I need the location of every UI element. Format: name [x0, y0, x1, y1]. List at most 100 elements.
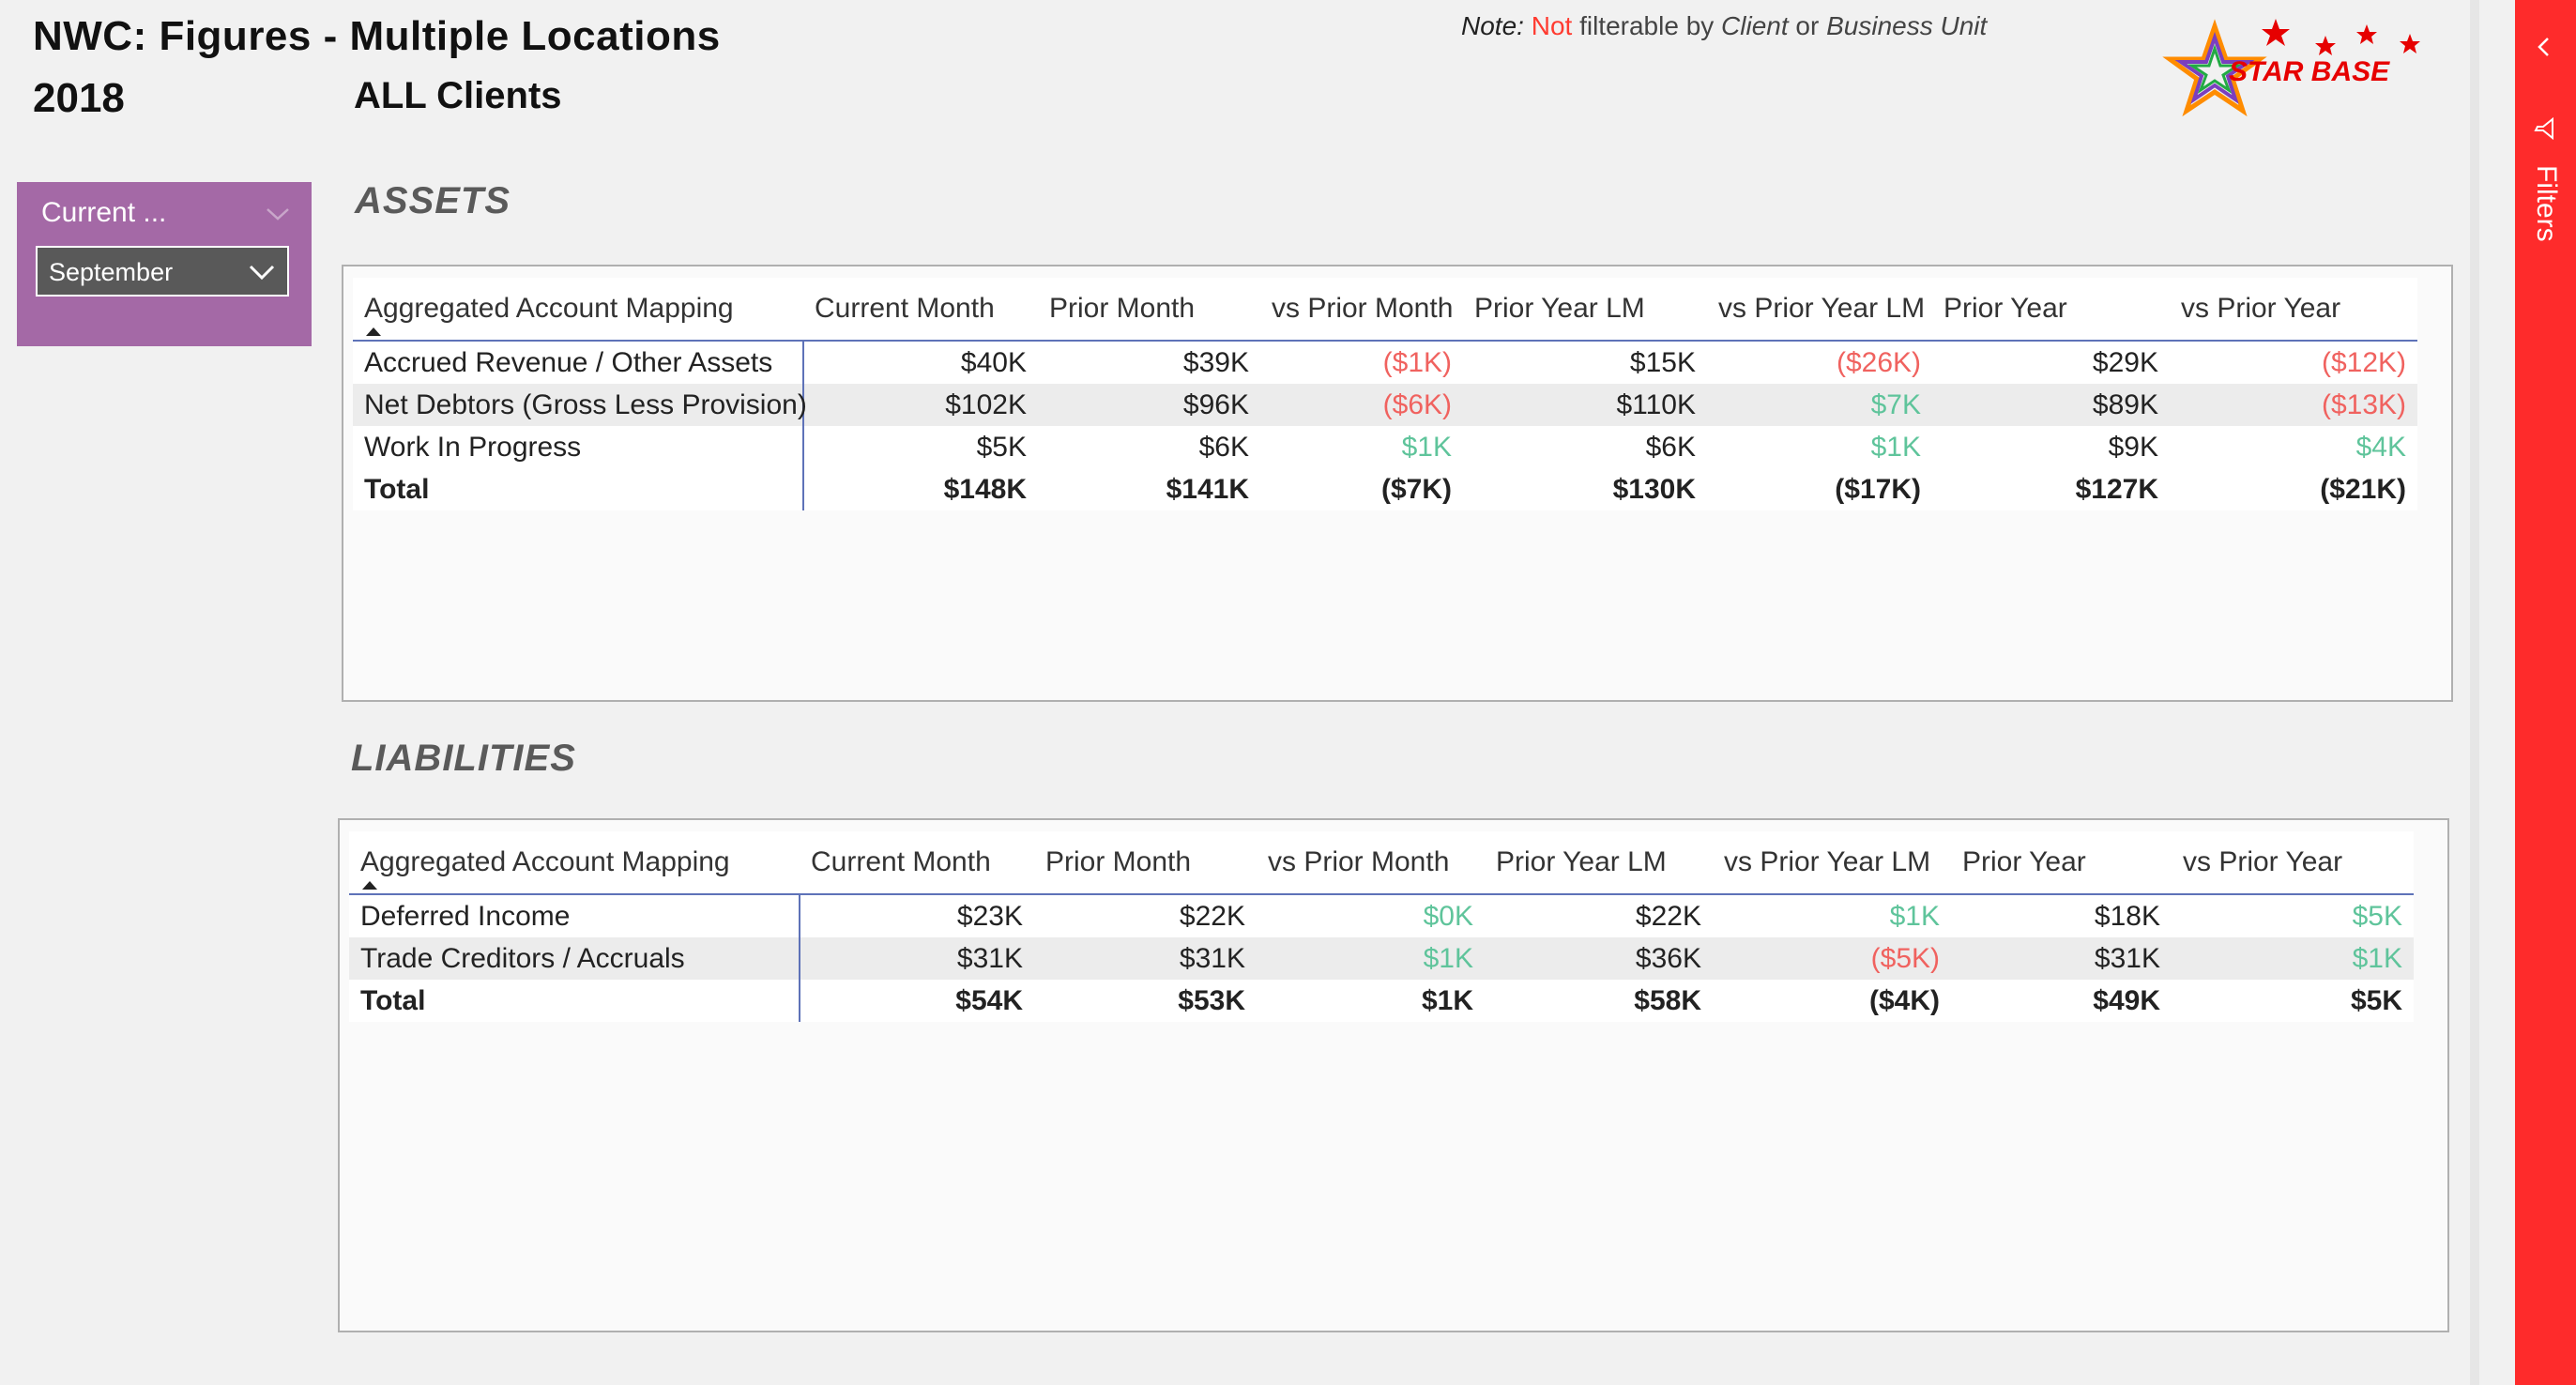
table-row: Trade Creditors / Accruals $31K $31K $1K…: [349, 937, 2414, 980]
chevron-down-icon[interactable]: [265, 205, 291, 223]
table-cell: ($26K): [1707, 341, 1932, 384]
filters-pane[interactable]: Filters: [2515, 0, 2576, 1385]
month-slicer[interactable]: Current ... September: [17, 182, 312, 346]
column-header-account[interactable]: Aggregated Account Mapping: [349, 831, 800, 894]
filter-icon: [2534, 116, 2553, 141]
note-not: Not: [1531, 11, 1573, 40]
table-row: Net Debtors (Gross Less Provision) $102K…: [353, 384, 2417, 426]
sort-ascending-icon[interactable]: [362, 881, 377, 890]
table-cell: $22K: [1034, 894, 1257, 937]
column-header[interactable]: vs Prior Month: [1257, 831, 1485, 894]
table-cell: $9K: [1932, 426, 2170, 468]
table-cell: $5K: [803, 426, 1038, 468]
assets-heading: ASSETS: [355, 180, 511, 221]
table-cell: $5K: [2172, 980, 2414, 1022]
table-cell: ($7K): [1260, 468, 1463, 510]
column-header-account[interactable]: Aggregated Account Mapping: [353, 278, 803, 341]
table-cell: $89K: [1932, 384, 2170, 426]
table-cell: $40K: [803, 341, 1038, 384]
filter-note: Note: Not filterable by Client or Busine…: [1461, 11, 1987, 41]
table-cell: $6K: [1463, 426, 1707, 468]
note-business-unit: Business Unit: [1826, 11, 1988, 40]
table-cell: $4K: [2170, 426, 2417, 468]
table-cell: ($21K): [2170, 468, 2417, 510]
table-cell: $1K: [1257, 937, 1485, 980]
row-label: Trade Creditors / Accruals: [349, 937, 800, 980]
note-or: or: [1788, 11, 1827, 40]
table-cell: ($13K): [2170, 384, 2417, 426]
clients-label: ALL Clients: [354, 75, 562, 116]
sort-ascending-icon[interactable]: [366, 327, 381, 336]
table-cell: ($12K): [2170, 341, 2417, 384]
column-header[interactable]: vs Prior Year: [2170, 278, 2417, 341]
row-label: Net Debtors (Gross Less Provision): [353, 384, 807, 426]
table-cell: $29K: [1932, 341, 2170, 384]
liabilities-heading: LIABILITIES: [351, 738, 576, 779]
table-cell: $130K: [1463, 468, 1707, 510]
year-label: 2018: [33, 75, 125, 121]
filters-label[interactable]: Filters: [2530, 165, 2562, 242]
table-header-row: Aggregated Account Mapping Current Month…: [353, 278, 2417, 341]
table-cell: $102K: [803, 384, 1038, 426]
chevron-left-icon[interactable]: [2534, 36, 2554, 58]
table-cell: $15K: [1463, 341, 1707, 384]
slicer-header: Current ...: [41, 197, 167, 228]
total-row: Total $148K $141K ($7K) $130K ($17K) $12…: [353, 468, 2417, 510]
column-header[interactable]: vs Prior Year LM: [1713, 831, 1951, 894]
column-header[interactable]: Current Month: [800, 831, 1034, 894]
table-cell: $110K: [1463, 384, 1707, 426]
column-header[interactable]: Prior Year: [1932, 278, 2170, 341]
table-cell: $0K: [1257, 894, 1485, 937]
table-cell: $36K: [1485, 937, 1713, 980]
slicer-value: September: [49, 258, 174, 286]
table-cell: ($6K): [1260, 384, 1463, 426]
column-header[interactable]: Prior Month: [1038, 278, 1260, 341]
table-cell: ($17K): [1707, 468, 1932, 510]
table-row: Deferred Income $23K $22K $0K $22K $1K $…: [349, 894, 2414, 937]
row-label: Total: [349, 980, 800, 1022]
note-client: Client: [1721, 11, 1789, 40]
table-cell: $141K: [1038, 468, 1260, 510]
table-cell: $127K: [1932, 468, 2170, 510]
table-cell: $148K: [803, 468, 1038, 510]
column-header[interactable]: Prior Year: [1951, 831, 2172, 894]
column-header[interactable]: vs Prior Month: [1260, 278, 1463, 341]
row-label: Deferred Income: [349, 894, 800, 937]
table-cell: $96K: [1038, 384, 1260, 426]
table-header-row: Aggregated Account Mapping Current Month…: [349, 831, 2414, 894]
table-cell: $58K: [1485, 980, 1713, 1022]
column-header[interactable]: Prior Year LM: [1463, 278, 1707, 341]
table-cell: $1K: [1260, 426, 1463, 468]
table-cell: $54K: [800, 980, 1034, 1022]
page-scrollbar[interactable]: [2470, 0, 2479, 1385]
column-header[interactable]: vs Prior Year: [2172, 831, 2414, 894]
table-cell: $39K: [1038, 341, 1260, 384]
table-cell: $6K: [1038, 426, 1260, 468]
column-header[interactable]: Current Month: [803, 278, 1038, 341]
total-row: Total $54K $53K $1K $58K ($4K) $49K $5K: [349, 980, 2414, 1022]
table-cell: $31K: [1034, 937, 1257, 980]
table-row: Accrued Revenue / Other Assets $40K $39K…: [353, 341, 2417, 384]
assets-table: Aggregated Account Mapping Current Month…: [353, 278, 2417, 510]
table-cell: ($1K): [1260, 341, 1463, 384]
column-header[interactable]: Prior Year LM: [1485, 831, 1713, 894]
table-cell: $31K: [800, 937, 1034, 980]
row-label: Accrued Revenue / Other Assets: [353, 341, 804, 384]
table-cell: $1K: [1257, 980, 1485, 1022]
table-cell: $1K: [1713, 894, 1951, 937]
table-cell: ($5K): [1713, 937, 1951, 980]
star-base-logo: STAR BASE: [2162, 19, 2420, 117]
column-header[interactable]: vs Prior Year LM: [1707, 278, 1932, 341]
assets-table-visual: Aggregated Account Mapping Current Month…: [342, 265, 2453, 702]
table-cell: $1K: [2172, 937, 2414, 980]
note-mid: filterable by: [1572, 11, 1722, 40]
liabilities-table-visual: Aggregated Account Mapping Current Month…: [338, 818, 2449, 1332]
column-header[interactable]: Prior Month: [1034, 831, 1257, 894]
month-dropdown[interactable]: September: [36, 246, 289, 297]
page-title: NWC: Figures - Multiple Locations: [33, 13, 721, 59]
table-cell: $1K: [1707, 426, 1932, 468]
table-cell: $22K: [1485, 894, 1713, 937]
table-cell: $53K: [1034, 980, 1257, 1022]
row-label: Work In Progress: [353, 426, 804, 468]
table-row: Work In Progress $5K $6K $1K $6K $1K $9K…: [353, 426, 2417, 468]
